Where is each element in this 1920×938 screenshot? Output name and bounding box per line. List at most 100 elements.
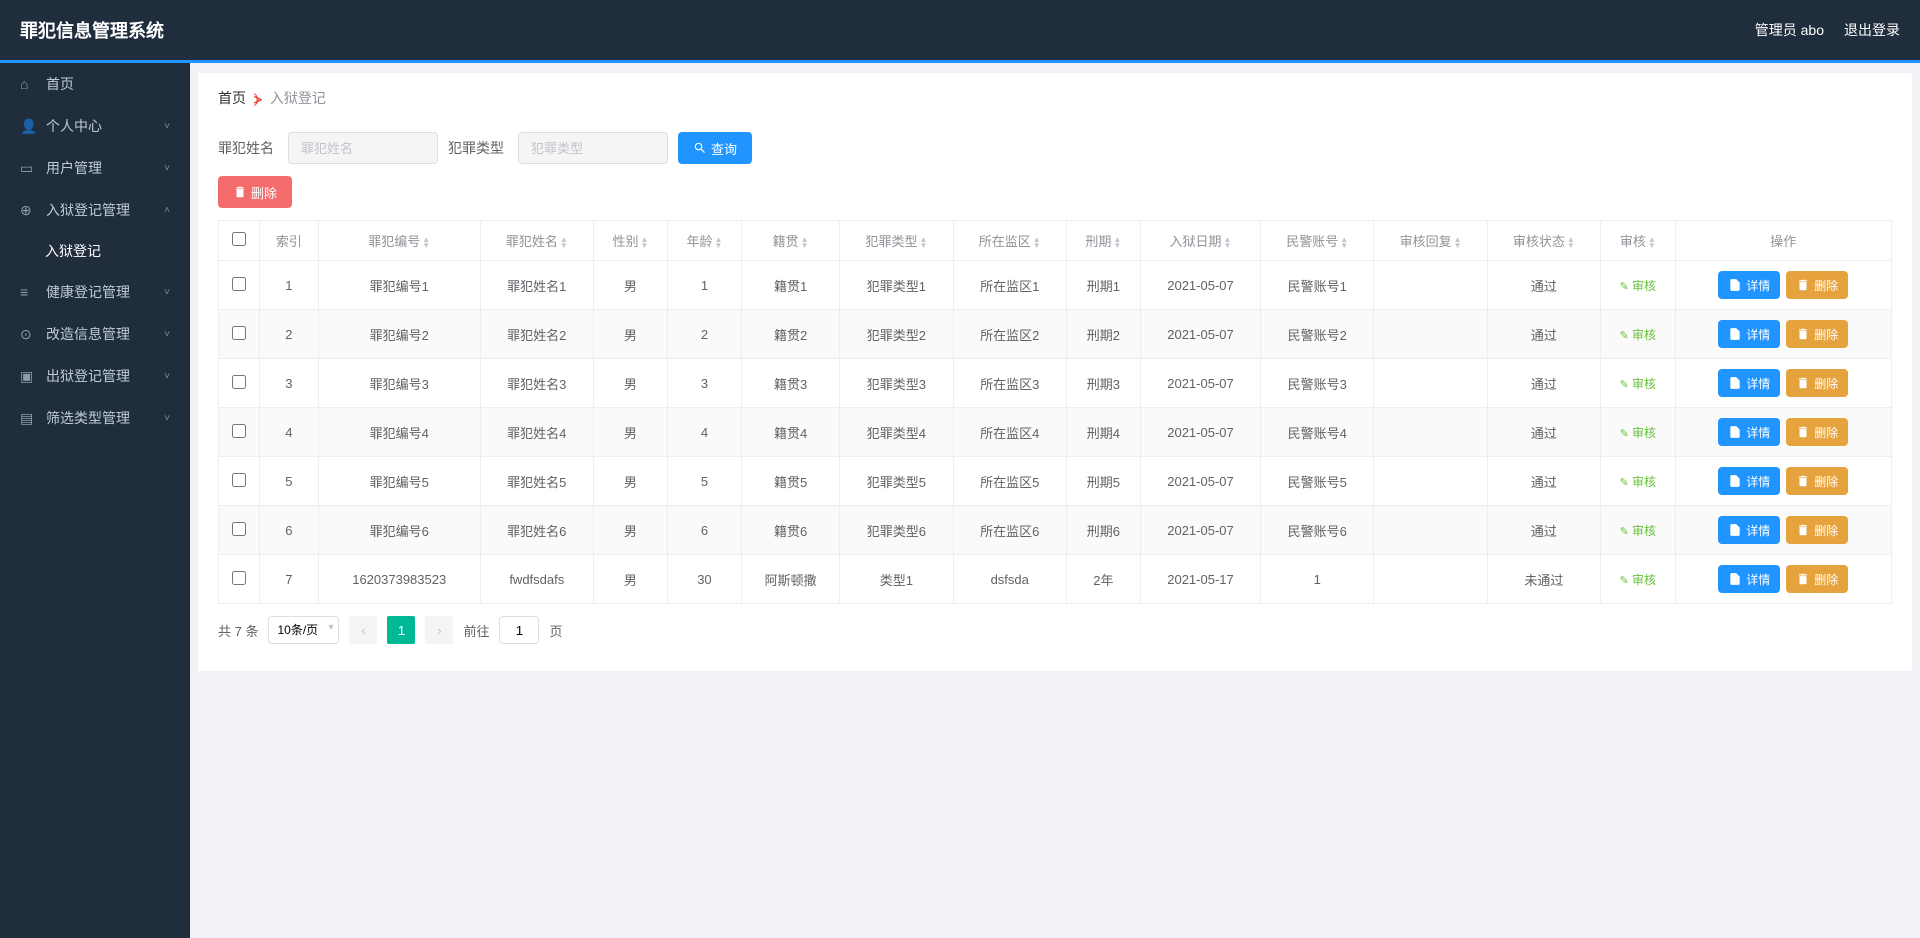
col-header[interactable]: 犯罪类型▲▼ — [840, 221, 953, 261]
cell-date: 2021-05-07 — [1140, 457, 1260, 506]
row-checkbox[interactable] — [232, 326, 246, 340]
prev-page-button[interactable]: ‹ — [349, 616, 377, 644]
col-header[interactable]: 审核回复▲▼ — [1374, 221, 1487, 261]
col-header[interactable]: 审核状态▲▼ — [1487, 221, 1600, 261]
sidebar-item-4[interactable]: ≡健康登记管理˅ — [0, 271, 190, 313]
logout-link[interactable]: 退出登录 — [1844, 20, 1900, 40]
sidebar-label: 首页 — [46, 74, 74, 94]
col-header[interactable]: 刑期▲▼ — [1066, 221, 1140, 261]
row-checkbox[interactable] — [232, 473, 246, 487]
page-size-select[interactable]: 10条/页 — [268, 616, 339, 644]
goto-suffix: 页 — [549, 621, 562, 640]
sidebar-subitem[interactable]: 入狱登记 — [0, 231, 190, 271]
cell-date: 2021-05-07 — [1140, 506, 1260, 555]
next-page-button[interactable]: › — [425, 616, 453, 644]
row-checkbox[interactable] — [232, 522, 246, 536]
col-header[interactable]: 所在监区▲▼ — [953, 221, 1066, 261]
row-delete-button[interactable]: 删除 — [1786, 467, 1848, 495]
cell-police: 民警账号2 — [1261, 310, 1374, 359]
audit-link[interactable]: 审核 — [1620, 377, 1656, 391]
row-delete-button[interactable]: 删除 — [1786, 516, 1848, 544]
audit-link[interactable]: 审核 — [1620, 426, 1656, 440]
cell-age: 4 — [667, 408, 741, 457]
detail-button[interactable]: 详情 — [1718, 271, 1780, 299]
cell-no: 罪犯编号4 — [318, 408, 480, 457]
trash-icon — [233, 185, 247, 199]
col-header[interactable]: 籍贯▲▼ — [741, 221, 839, 261]
search-name-input[interactable] — [288, 132, 438, 164]
doc-icon — [1728, 425, 1742, 439]
sidebar-item-6[interactable]: ▣出狱登记管理˅ — [0, 355, 190, 397]
row-checkbox[interactable] — [232, 375, 246, 389]
cell-status: 通过 — [1487, 359, 1600, 408]
cell-age: 5 — [667, 457, 741, 506]
cell-origin: 籍贯6 — [741, 506, 839, 555]
page-number-button[interactable]: 1 — [387, 616, 415, 644]
cell-origin: 籍贯4 — [741, 408, 839, 457]
cell-age: 30 — [667, 555, 741, 604]
cell-origin: 籍贯2 — [741, 310, 839, 359]
col-header[interactable]: 操作 — [1675, 221, 1891, 261]
row-checkbox[interactable] — [232, 571, 246, 585]
sidebar-label: 个人中心 — [46, 116, 102, 136]
sidebar-label: 筛选类型管理 — [46, 408, 130, 428]
detail-button[interactable]: 详情 — [1718, 565, 1780, 593]
col-header[interactable]: 民警账号▲▼ — [1261, 221, 1374, 261]
cell-no: 罪犯编号5 — [318, 457, 480, 506]
detail-button[interactable]: 详情 — [1718, 516, 1780, 544]
col-header[interactable]: 性别▲▼ — [593, 221, 667, 261]
cell-origin: 籍贯3 — [741, 359, 839, 408]
detail-button[interactable]: 详情 — [1718, 320, 1780, 348]
row-delete-button[interactable]: 删除 — [1786, 271, 1848, 299]
cell-name: fwdfsdafs — [480, 555, 593, 604]
cell-police: 民警账号4 — [1261, 408, 1374, 457]
cell-term: 刑期4 — [1066, 408, 1140, 457]
col-header[interactable]: 入狱日期▲▼ — [1140, 221, 1260, 261]
cell-status: 通过 — [1487, 506, 1600, 555]
cell-police: 民警账号1 — [1261, 261, 1374, 310]
row-delete-button[interactable]: 删除 — [1786, 320, 1848, 348]
cell-crime: 犯罪类型6 — [840, 506, 953, 555]
breadcrumb-home[interactable]: 首页 — [218, 88, 246, 108]
search-button[interactable]: 查询 — [678, 132, 752, 164]
sort-icon: ▲▼ — [1033, 237, 1041, 249]
audit-link[interactable]: 审核 — [1620, 524, 1656, 538]
sidebar-item-2[interactable]: ▭用户管理˅ — [0, 147, 190, 189]
detail-button[interactable]: 详情 — [1718, 418, 1780, 446]
search-bar: 罪犯姓名 犯罪类型 查询 — [198, 120, 1912, 176]
audit-link[interactable]: 审核 — [1620, 573, 1656, 587]
trash-icon — [1796, 376, 1810, 390]
row-delete-button[interactable]: 删除 — [1786, 418, 1848, 446]
chevron-icon: ˅ — [164, 121, 170, 132]
col-header[interactable]: 罪犯姓名▲▼ — [480, 221, 593, 261]
sidebar-item-5[interactable]: ⊙改造信息管理˅ — [0, 313, 190, 355]
sidebar-item-3[interactable]: ⊕入狱登记管理˄ — [0, 189, 190, 231]
sidebar-item-1[interactable]: 👤个人中心˅ — [0, 105, 190, 147]
sort-icon: ▲▼ — [1454, 237, 1462, 249]
cell-idx: 7 — [259, 555, 318, 604]
audit-link[interactable]: 审核 — [1620, 328, 1656, 342]
col-header[interactable]: 审核▲▼ — [1601, 221, 1676, 261]
row-checkbox[interactable] — [232, 277, 246, 291]
bulk-delete-button[interactable]: 删除 — [218, 176, 292, 208]
row-delete-button[interactable]: 删除 — [1786, 565, 1848, 593]
row-delete-button[interactable]: 删除 — [1786, 369, 1848, 397]
audit-link[interactable]: 审核 — [1620, 475, 1656, 489]
cell-date: 2021-05-17 — [1140, 555, 1260, 604]
sidebar-item-7[interactable]: ▤筛选类型管理˅ — [0, 397, 190, 439]
reform-icon: ⊙ — [20, 326, 36, 343]
cell-name: 罪犯姓名6 — [480, 506, 593, 555]
sort-icon: ▲▼ — [1567, 237, 1575, 249]
admin-link[interactable]: 管理员 abo — [1755, 20, 1824, 40]
detail-button[interactable]: 详情 — [1718, 467, 1780, 495]
col-header[interactable]: 索引 — [259, 221, 318, 261]
audit-link[interactable]: 审核 — [1620, 279, 1656, 293]
row-checkbox[interactable] — [232, 424, 246, 438]
col-header[interactable]: 罪犯编号▲▼ — [318, 221, 480, 261]
col-header[interactable]: 年龄▲▼ — [667, 221, 741, 261]
search-type-input[interactable] — [518, 132, 668, 164]
goto-page-input[interactable] — [499, 616, 539, 644]
detail-button[interactable]: 详情 — [1718, 369, 1780, 397]
select-all-checkbox[interactable] — [232, 232, 246, 246]
sidebar-item-0[interactable]: ⌂首页 — [0, 63, 190, 105]
